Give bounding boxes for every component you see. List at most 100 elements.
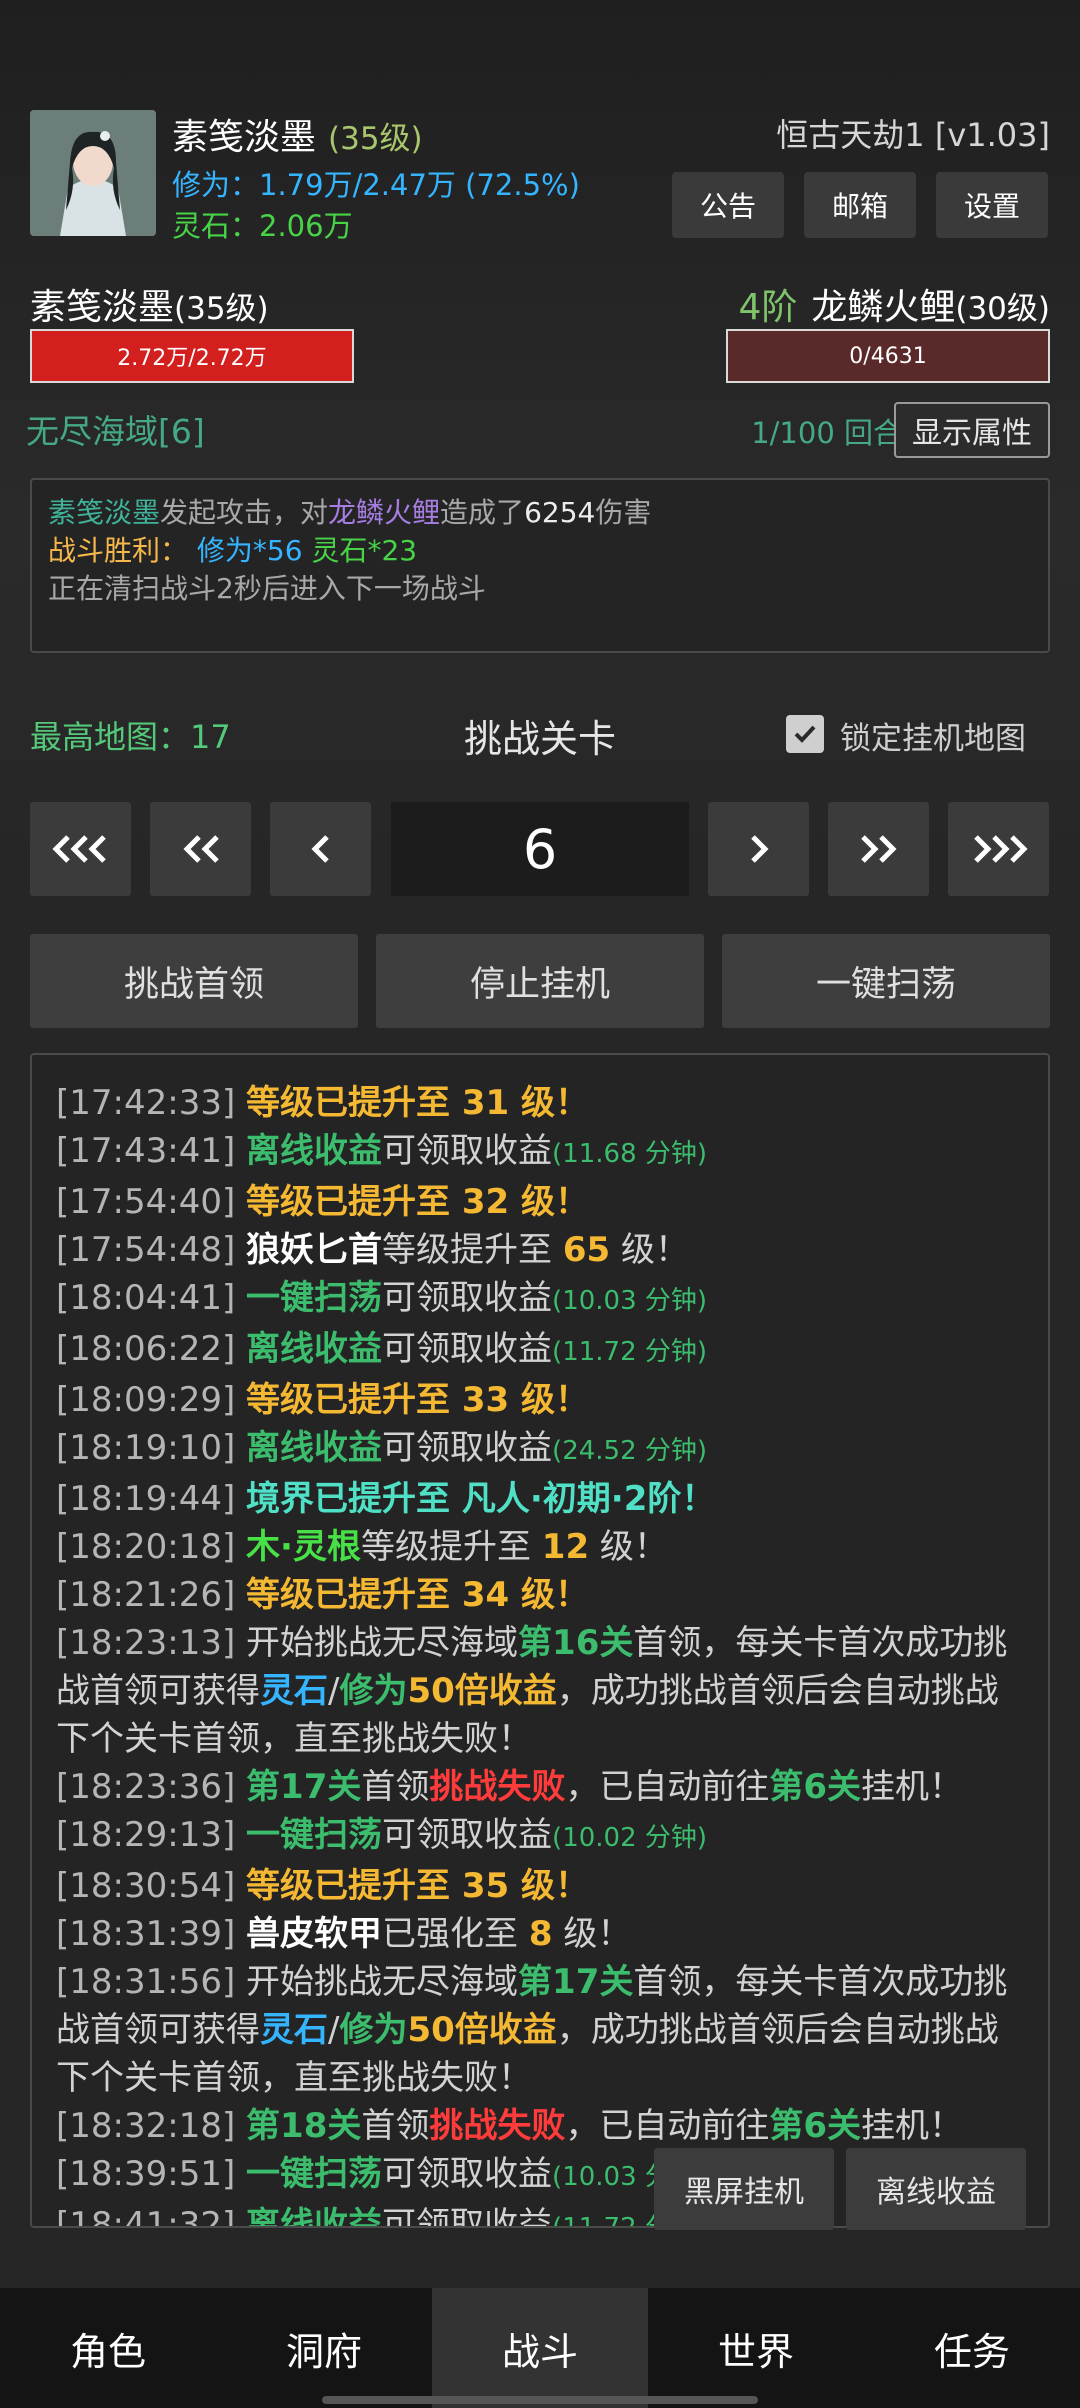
lock-map-checkbox[interactable] bbox=[786, 715, 824, 753]
log-entry: [18:19:44] 境界已提升至 凡人·初期·2阶！ bbox=[56, 1475, 1026, 1523]
double-chevron-left-icon bbox=[182, 835, 219, 863]
log-entry: [18:32:18] 第18关首领挑战失败，已自动前往第6关挂机！ bbox=[56, 2102, 1026, 2150]
battle-region: 无尽海域[6] bbox=[26, 412, 205, 451]
log-text: (11.68 分钟) bbox=[552, 1139, 708, 1169]
log-timestamp: [18:09:29] bbox=[56, 1380, 247, 1420]
event-log[interactable]: [17:42:33] 等级已提升至 31 级！ [17:43:41] 离线收益可领… bbox=[30, 1053, 1050, 2228]
settings-button[interactable]: 设置 bbox=[936, 172, 1048, 238]
log-text: 等级已提升至 35 级！ bbox=[246, 1866, 590, 1906]
log-text: 等级提升至 bbox=[382, 1230, 563, 1270]
log-entry: [18:23:36] 第17关首领挑战失败，已自动前往第6关挂机！ bbox=[56, 1763, 1026, 1811]
black-screen-idle-button[interactable]: 黑屏挂机 bbox=[654, 2148, 834, 2230]
stage-first-button[interactable] bbox=[30, 802, 131, 896]
log-text: 等级已提升至 33 级！ bbox=[246, 1380, 590, 1420]
checkmark-icon bbox=[794, 725, 816, 743]
log-text: 第18关 bbox=[246, 2106, 362, 2146]
enemy-name: 龙鳞火鲤 bbox=[811, 287, 956, 328]
log-timestamp: [17:42:33] bbox=[56, 1083, 247, 1123]
log-text: 境界已提升至 凡人·初期·2阶！ bbox=[246, 1479, 716, 1519]
spirit-stone-count: 灵石：2.06万 bbox=[172, 209, 353, 243]
cultivation-progress: 修为：1.79万/2.47万 (72.5%) bbox=[172, 168, 580, 202]
log-text: / bbox=[328, 1671, 340, 1711]
log-text: 第17关 bbox=[518, 1962, 634, 2002]
log-text: 开始挑战无尽海域 bbox=[246, 1962, 519, 2002]
enemy-hp-bar: 0/4631 bbox=[726, 329, 1050, 383]
damage-value: 6254 bbox=[524, 496, 596, 529]
double-chevron-right-icon bbox=[860, 835, 897, 863]
log-timestamp: [18:31:56] bbox=[56, 1962, 247, 2002]
tab-0[interactable]: 角色 bbox=[0, 2288, 216, 2408]
log-text: 修为 bbox=[339, 2010, 408, 2050]
log-text: 第6关 bbox=[769, 2106, 862, 2146]
stage-prev-button[interactable] bbox=[270, 802, 371, 896]
log-text: ，已自动前往 bbox=[565, 1767, 770, 1807]
log-text: 级！ bbox=[610, 1230, 689, 1270]
log-timestamp: [18:19:10] bbox=[56, 1428, 247, 1468]
offline-rewards-button[interactable]: 离线收益 bbox=[846, 2148, 1026, 2230]
log-entry: [17:43:41] 离线收益可领取收益(11.68 分钟) bbox=[56, 1127, 1026, 1178]
enemy-combatant-title: 4阶 龙鳞火鲤(30级) bbox=[738, 278, 1050, 330]
log-text: 一键扫荡 bbox=[246, 1278, 383, 1318]
attack-text: 发起攻击，对 bbox=[160, 496, 329, 529]
log-entry: [18:21:26] 等级已提升至 34 级！ bbox=[56, 1571, 1026, 1619]
log-timestamp: [18:19:44] bbox=[56, 1479, 247, 1519]
log-text: 挂机！ bbox=[861, 1767, 964, 1807]
log-text: 可领取收益 bbox=[382, 1131, 553, 1171]
log-timestamp: [18:23:13] bbox=[56, 1623, 247, 1663]
log-text: 可领取收益 bbox=[382, 1815, 553, 1855]
log-timestamp: [18:41:32] bbox=[56, 2205, 247, 2228]
player-combatant-title: 素笺淡墨(35级) bbox=[30, 278, 269, 330]
log-timestamp: [17:54:40] bbox=[56, 1182, 247, 1222]
stage-back-ten-button[interactable] bbox=[150, 802, 251, 896]
log-text: 第17关 bbox=[246, 1767, 362, 1807]
log-text: 离线收益 bbox=[246, 2205, 383, 2228]
stage-next-button[interactable] bbox=[708, 802, 809, 896]
log-text: 12 bbox=[541, 1527, 590, 1567]
log-text: 一键扫荡 bbox=[246, 2154, 383, 2194]
log-entry: [18:19:10] 离线收益可领取收益(24.52 分钟) bbox=[56, 1424, 1026, 1475]
one-click-sweep-button[interactable]: 一键扫荡 bbox=[722, 934, 1050, 1028]
log-timestamp: [17:54:48] bbox=[56, 1230, 247, 1270]
log-timestamp: [18:04:41] bbox=[56, 1278, 247, 1318]
log-entry: [18:09:29] 等级已提升至 33 级！ bbox=[56, 1376, 1026, 1424]
stop-idle-button[interactable]: 停止挂机 bbox=[376, 934, 704, 1028]
victory-label: 战斗胜利： bbox=[48, 534, 189, 567]
log-text: 挂机！ bbox=[861, 2106, 964, 2146]
log-text: 可领取收益 bbox=[382, 1278, 553, 1318]
log-text: 狼妖匕首 bbox=[246, 1230, 383, 1270]
reward-spirit-stone: 灵石*23 bbox=[311, 534, 418, 567]
log-text: 一键扫荡 bbox=[246, 1815, 383, 1855]
avatar-portrait bbox=[30, 110, 156, 236]
battle-log-attack: 素笺淡墨发起攻击，对龙鳞火鲤造成了6254伤害 bbox=[48, 494, 1032, 532]
log-text: 灵石 bbox=[260, 1671, 328, 1711]
stage-forward-ten-button[interactable] bbox=[828, 802, 929, 896]
enemy-level: (30级) bbox=[955, 291, 1050, 327]
stage-last-button[interactable] bbox=[948, 802, 1049, 896]
chevron-left-icon bbox=[310, 835, 329, 863]
lock-map-label: 锁定挂机地图 bbox=[840, 721, 1026, 757]
tab-2[interactable]: 战斗 bbox=[432, 2288, 648, 2408]
log-entry: [18:20:18] 木·灵根等级提升至 12 级！ bbox=[56, 1523, 1026, 1571]
battle-log-cleanup: 正在清扫战斗2秒后进入下一场战斗 bbox=[48, 572, 486, 605]
mailbox-button[interactable]: 邮箱 bbox=[804, 172, 916, 238]
tab-4[interactable]: 任务 bbox=[864, 2288, 1080, 2408]
log-text: 第16关 bbox=[518, 1623, 634, 1663]
log-text: 首领 bbox=[361, 2106, 430, 2146]
log-text: 已强化至 bbox=[382, 1914, 529, 1954]
log-text: 50倍收益 bbox=[407, 1671, 557, 1711]
gesture-bar[interactable] bbox=[322, 2396, 758, 2404]
bottom-tab-bar: 角色 洞府 战斗 世界 任务 bbox=[0, 2288, 1080, 2408]
reward-cultivation: 修为*56 bbox=[196, 534, 303, 567]
log-entry: [18:30:54] 等级已提升至 35 级！ bbox=[56, 1862, 1026, 1910]
challenge-boss-button[interactable]: 挑战首领 bbox=[30, 934, 358, 1028]
tab-3[interactable]: 世界 bbox=[648, 2288, 864, 2408]
tab-1[interactable]: 洞府 bbox=[216, 2288, 432, 2408]
log-text: (24.52 分钟) bbox=[552, 1436, 708, 1466]
damage-prefix: 造成了 bbox=[440, 496, 525, 529]
notice-button[interactable]: 公告 bbox=[672, 172, 784, 238]
battle-log-victory: 战斗胜利： 修为*56 灵石*23 bbox=[48, 532, 1032, 570]
show-attributes-button[interactable]: 显示属性 bbox=[894, 402, 1050, 458]
player-avatar[interactable] bbox=[30, 110, 156, 236]
log-entry: [17:54:48] 狼妖匕首等级提升至 65 级！ bbox=[56, 1226, 1026, 1274]
log-text: 可领取收益 bbox=[382, 1428, 553, 1468]
